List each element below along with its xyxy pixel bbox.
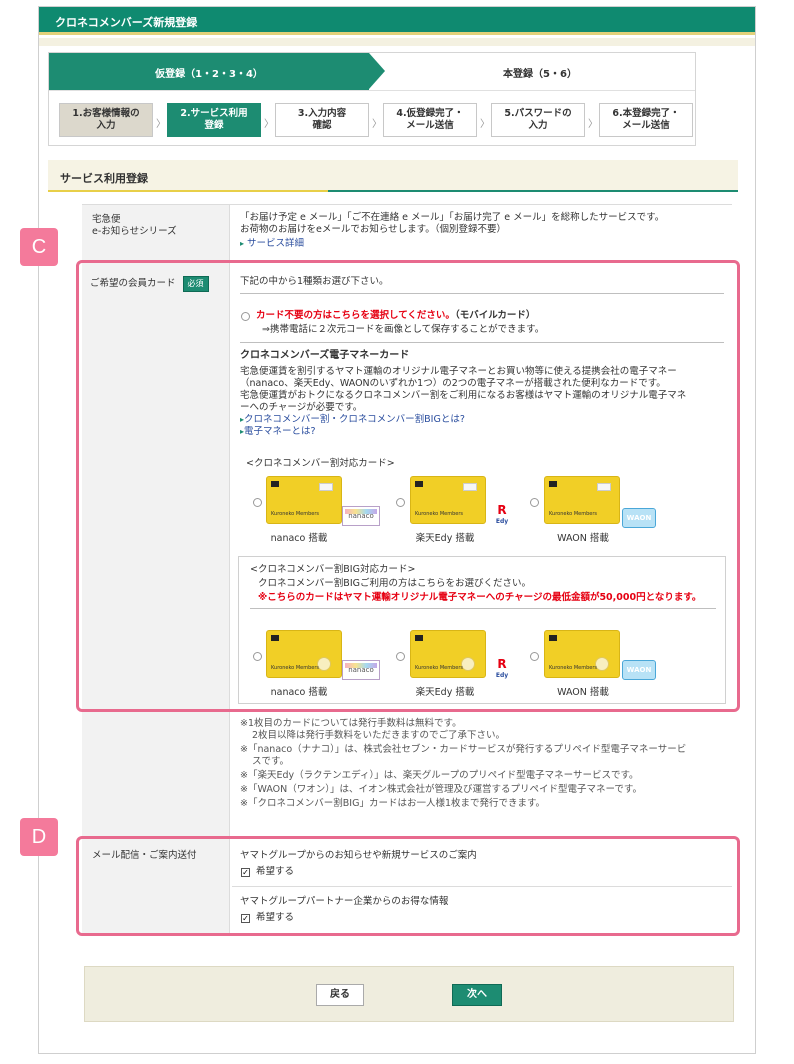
registration-progress: 仮登録（1・2・3・4） 本登録（5・6） 1.お客様情報の 入力 〉 2.サー…: [48, 52, 696, 146]
step-separator: 〉: [588, 119, 598, 130]
marker-d: D: [20, 818, 58, 856]
note-5: ※「クロネコメンバー割BIG」カードはお一人様1枚まで発行できます。: [240, 798, 546, 809]
step-1-line1: 1.お客様情報の: [72, 108, 140, 119]
note-1-cont: 2枚目以降は発行手数料をいただきますのでご了承下さい。: [252, 730, 506, 741]
phase-final-label: 本登録（5・6）: [503, 69, 577, 80]
phase-provisional: 仮登録（1・2・3・4）: [49, 53, 369, 90]
title-underband: [39, 38, 755, 46]
page-title: クロネコメンバーズ新規登録: [55, 16, 198, 29]
notice-text-1: 「お届け予定 e メール」「ご不在連絡 e メール」「お届け完了 e メール」を…: [240, 212, 665, 223]
link-arrow-icon: ▸: [240, 239, 245, 248]
note-4: ※「WAON（ワオン）」は、イオン株式会社が管理及び運営するプリペイド型電子マネ…: [240, 784, 642, 795]
step-4: 4.仮登録完了・ メール送信: [383, 103, 477, 137]
section-underline-yellow: [48, 190, 328, 192]
step-6-line2: メール送信: [622, 120, 670, 131]
note-3: ※「楽天Edy（ラクテンエディ）」は、楽天グループのプリペイド型電子マネーサービ…: [240, 770, 639, 781]
section-header: サービス利用登録: [48, 160, 738, 192]
step-5-line2: 入力: [528, 120, 548, 131]
step-1-line2: 入力: [96, 120, 116, 131]
service-detail-link[interactable]: サービス詳細: [247, 238, 304, 249]
section-underline-green: [328, 190, 738, 192]
phase-bar: 仮登録（1・2・3・4） 本登録（5・6）: [49, 53, 695, 91]
phase-provisional-label: 仮登録（1・2・3・4）: [155, 69, 263, 80]
step-5: 5.パスワードの 入力: [491, 103, 585, 137]
step-2-line2: 登録: [204, 120, 224, 131]
highlight-d: [76, 836, 740, 936]
step-6-line1: 6.本登録完了・: [612, 108, 680, 119]
notice-label-line2: e-お知らせシリーズ: [92, 226, 177, 237]
phase-arrow: [369, 53, 385, 89]
section-title: サービス利用登録: [60, 172, 148, 185]
step-5-line1: 5.パスワードの: [504, 108, 572, 119]
title-bar: クロネコメンバーズ新規登録: [39, 7, 755, 35]
step-3-line2: 確認: [312, 120, 332, 131]
footer-bar: [84, 966, 734, 1022]
step-4-line1: 4.仮登録完了・: [396, 108, 464, 119]
step-3: 3.入力内容 確認: [275, 103, 369, 137]
step-2: 2.サービス利用 登録: [167, 103, 261, 137]
back-button[interactable]: 戻る: [316, 984, 364, 1006]
step-4-line2: メール送信: [406, 120, 454, 131]
note-1: ※1枚目のカードについては発行手数料は無料です。: [240, 718, 462, 729]
step-3-line1: 3.入力内容: [297, 108, 347, 119]
next-button[interactable]: 次へ: [452, 984, 502, 1006]
note-2-cont: スです。: [252, 756, 290, 767]
notice-label-line1: 宅急便: [92, 214, 121, 225]
notice-text-2: お荷物のお届けをeメールでお知らせします。（個別登録不要）: [240, 224, 506, 235]
marker-c: C: [20, 228, 58, 266]
step-1: 1.お客様情報の 入力: [59, 103, 153, 137]
step-6: 6.本登録完了・ メール送信: [599, 103, 693, 137]
step-2-line1: 2.サービス利用: [180, 108, 248, 119]
highlight-c: [76, 260, 740, 712]
service-detail-row: ▸ サービス詳細: [240, 238, 664, 250]
notice-label: 宅急便 e-お知らせシリーズ: [92, 214, 177, 238]
step-separator: 〉: [264, 119, 274, 130]
step-separator: 〉: [156, 119, 166, 130]
step-separator: 〉: [372, 119, 382, 130]
notice-value: 「お届け予定 e メール」「ご不在連絡 e メール」「お届け完了 e メール」を…: [240, 212, 664, 250]
card-notes: ※1枚目のカードについては発行手数料は無料です。 2枚目以降は発行手数料をいただ…: [240, 718, 686, 810]
row-divider: [82, 204, 732, 205]
note-2: ※「nanaco（ナナコ）」は、株式会社セブン・カードサービスが発行するプリペイ…: [240, 744, 687, 755]
step-separator: 〉: [480, 119, 490, 130]
